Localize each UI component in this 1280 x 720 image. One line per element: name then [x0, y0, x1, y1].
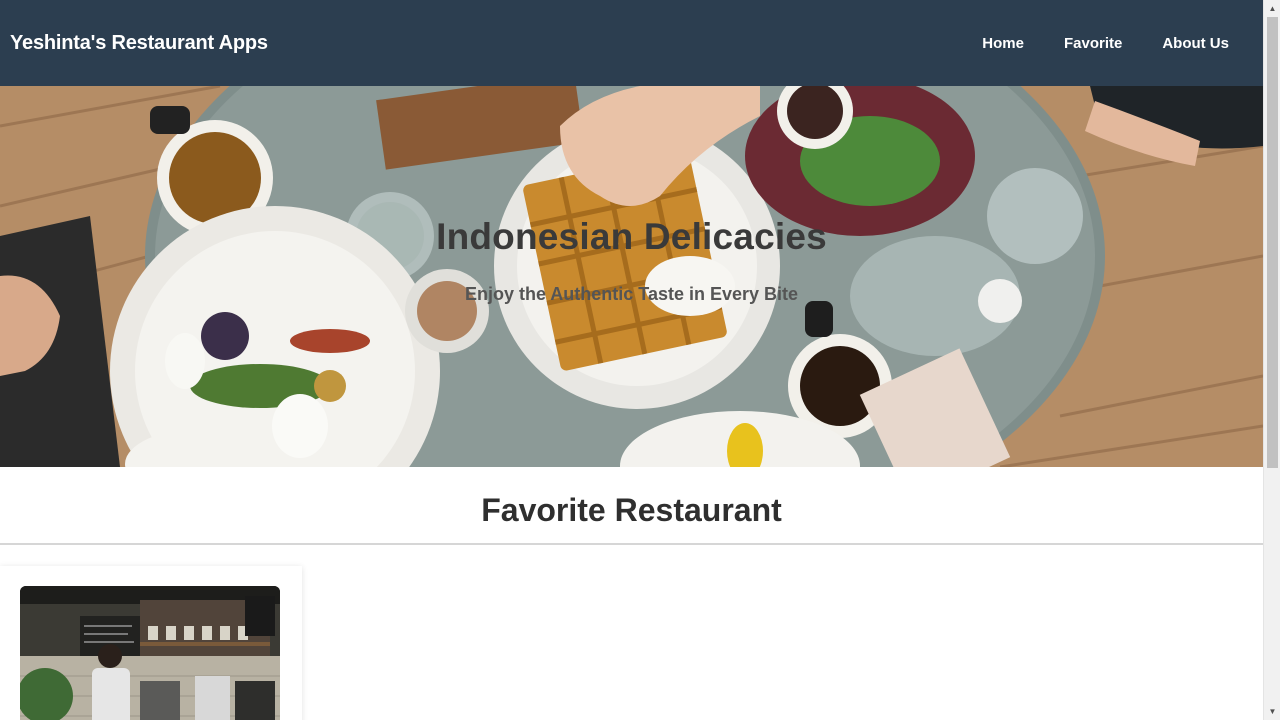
nav-link-home[interactable]: Home — [962, 23, 1044, 64]
restaurant-photo — [20, 586, 280, 720]
hero-subtitle: Enjoy the Authentic Taste in Every Bite — [464, 284, 799, 304]
restaurant-card[interactable] — [0, 566, 302, 720]
scroll-down-arrow-icon[interactable]: ▼ — [1264, 703, 1280, 720]
restaurant-image[interactable] — [20, 586, 280, 720]
nav-link-favorite[interactable]: Favorite — [1044, 23, 1142, 64]
scroll-thumb[interactable] — [1267, 17, 1278, 468]
vertical-scrollbar[interactable]: ▲ ▼ — [1263, 0, 1280, 720]
app-bar: Yeshinta's Restaurant Apps Home Favorite… — [0, 0, 1263, 86]
nav-link-about-us[interactable]: About Us — [1142, 23, 1249, 64]
page: Yeshinta's Restaurant Apps Home Favorite… — [0, 0, 1263, 720]
section-title: Favorite Restaurant — [481, 492, 782, 528]
main-nav: Home Favorite About Us — [962, 23, 1263, 64]
scroll-up-arrow-icon[interactable]: ▲ — [1264, 0, 1280, 17]
hero-text: Indonesian Delicacies Enjoy the Authenti… — [0, 86, 1263, 467]
hero-banner: Indonesian Delicacies Enjoy the Authenti… — [0, 86, 1263, 467]
section-divider — [0, 543, 1263, 545]
hero-title: Indonesian Delicacies — [436, 216, 827, 257]
app-title[interactable]: Yeshinta's Restaurant Apps — [0, 32, 268, 55]
